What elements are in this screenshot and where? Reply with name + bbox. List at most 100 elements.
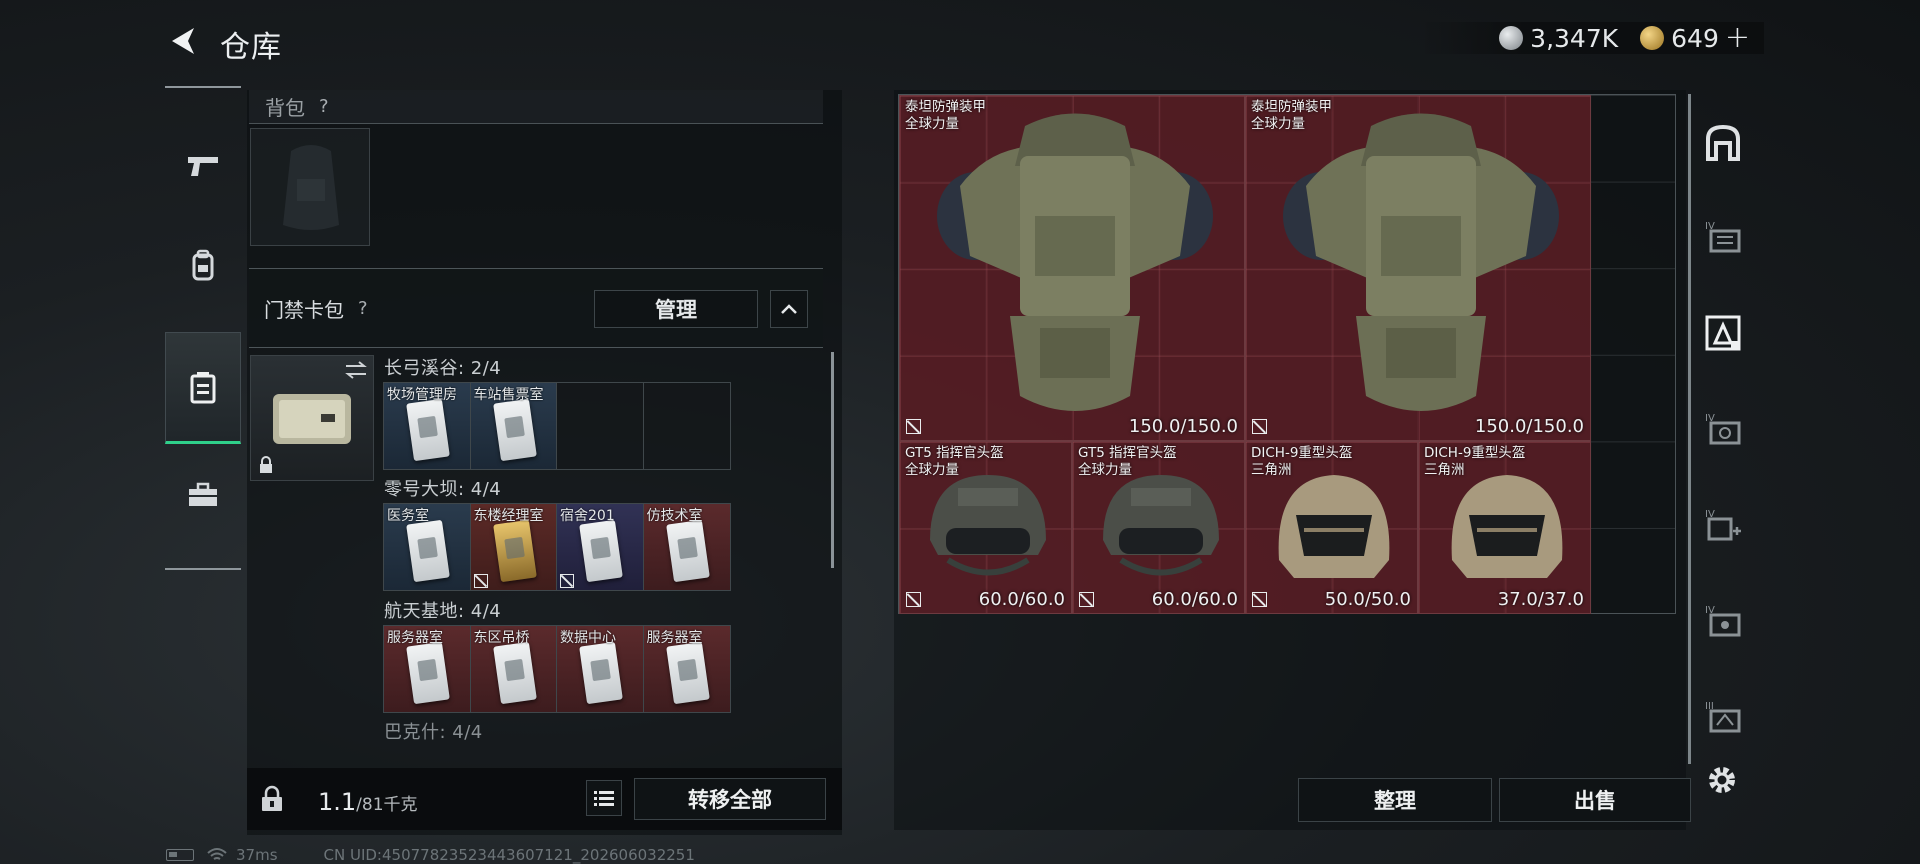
backpack-header: 背包 ? bbox=[249, 90, 823, 124]
no-insurance-icon bbox=[1079, 592, 1094, 607]
section-label: 长弓溪谷: 2/4 bbox=[384, 358, 502, 379]
helmet-item[interactable]: GT5 指挥官头盔 全球力量 60.0/60.0 bbox=[899, 441, 1072, 614]
uid-text: CN UID:450778235234436071​21_20260603225… bbox=[323, 846, 695, 864]
no-insurance-icon bbox=[1252, 419, 1267, 434]
manage-button[interactable]: 管理 bbox=[594, 290, 758, 328]
section-label: 航天基地: 4/4 bbox=[384, 601, 502, 622]
category-nav bbox=[165, 86, 241, 570]
keycard-slot-empty[interactable] bbox=[557, 383, 644, 469]
keycard-image bbox=[406, 398, 450, 462]
keycard-slot[interactable]: 东楼经理室 bbox=[470, 504, 557, 590]
sell-button[interactable]: 出售 bbox=[1499, 778, 1691, 822]
item-name: DICH-9重型头盔 三角洲 bbox=[1424, 445, 1526, 478]
armor-item[interactable]: 泰坦防弹装甲 全球力量 150.0/150.0 bbox=[1245, 95, 1591, 441]
keycard-image bbox=[406, 641, 450, 705]
gold-coin-icon bbox=[1640, 26, 1665, 50]
item-durability: 50.0/50.0 bbox=[1324, 589, 1411, 610]
keycard-image bbox=[665, 519, 710, 583]
battery-icon bbox=[166, 849, 194, 861]
list-view-button[interactable] bbox=[586, 780, 622, 816]
keycard-grid: 服务器室 东区吊桥 数据中心 服务器室 bbox=[383, 625, 731, 713]
keycard-image bbox=[579, 519, 623, 583]
keycard-name: 仿技术室 bbox=[646, 508, 703, 524]
keycard-name: 牧场管理房 bbox=[387, 387, 457, 403]
nav-equipment[interactable] bbox=[165, 228, 241, 302]
keycard-slot[interactable]: 服务器室 bbox=[384, 626, 471, 712]
keycard-image bbox=[492, 641, 537, 705]
backpack-slot[interactable] bbox=[250, 128, 370, 246]
no-insurance-icon bbox=[906, 592, 921, 607]
backpack-silhouette-icon bbox=[283, 145, 339, 230]
keycard-grid: 医务室 东楼经理室 宿舍201 仿技术室 bbox=[383, 503, 731, 591]
keycard-name: 服务器室 bbox=[646, 630, 703, 646]
keycard-slot[interactable]: 牧场管理房 bbox=[384, 383, 471, 469]
filter-medical-icon[interactable]: IV bbox=[1700, 406, 1746, 452]
filter-weapon-case-icon[interactable]: IV bbox=[1700, 214, 1746, 260]
storage-icon bbox=[190, 372, 216, 404]
keycard-image bbox=[492, 519, 537, 583]
nav-weapons[interactable] bbox=[165, 130, 241, 204]
armor-item[interactable]: 泰坦防弹装甲 全球力量 150.0/150.0 bbox=[899, 95, 1245, 441]
status-bar: 37ms CN UID:450778235234436071​21_202606… bbox=[166, 846, 695, 864]
list-icon bbox=[594, 791, 614, 806]
keycard-slot[interactable]: 东区吊桥 bbox=[470, 626, 557, 712]
filter-ammo-case-icon[interactable]: IV bbox=[1700, 598, 1746, 644]
backpack-icon bbox=[192, 249, 214, 281]
keycard-help-icon[interactable]: ? bbox=[358, 298, 368, 319]
section-label: 巴克什: 4/4 bbox=[384, 722, 483, 743]
transfer-all-button[interactable]: 转移全部 bbox=[634, 778, 826, 820]
right-scrollbar[interactable] bbox=[1688, 94, 1691, 764]
back-arrow-icon[interactable] bbox=[166, 24, 200, 58]
item-durability: 60.0/60.0 bbox=[1151, 589, 1238, 610]
nav-storage[interactable] bbox=[165, 332, 241, 444]
no-insurance-icon bbox=[906, 419, 921, 434]
currency-bar: 3,347K 649 + bbox=[1419, 22, 1764, 54]
backpack-help-icon[interactable]: ? bbox=[319, 96, 329, 117]
keycard-slot[interactable]: 仿技术室 bbox=[643, 504, 730, 590]
nav-toolbox[interactable] bbox=[165, 458, 241, 532]
helmet-image bbox=[930, 475, 1046, 576]
inventory-grid: 泰坦防弹装甲 全球力量 150.0/150.0 泰坦防弹装甲 全球力量 150.0/… bbox=[898, 94, 1676, 614]
keycard-name: 服务器室 bbox=[387, 630, 443, 646]
item-name: 泰坦防弹装甲 全球力量 bbox=[1251, 99, 1332, 132]
keycard-grid: 牧场管理房 车站售票室 bbox=[383, 382, 731, 470]
tidy-button[interactable]: 整理 bbox=[1298, 778, 1492, 822]
keycard-slot[interactable]: 医务室 bbox=[384, 504, 471, 590]
pistol-icon bbox=[188, 157, 218, 176]
item-name: DICH-9重型头盔 三角洲 bbox=[1251, 445, 1353, 478]
keycard-slot-empty[interactable] bbox=[643, 383, 730, 469]
no-insurance-icon bbox=[473, 574, 488, 588]
silver-value: 3,347K bbox=[1530, 23, 1619, 53]
filter-collectible-icon[interactable]: III bbox=[1700, 694, 1746, 740]
helmet-image bbox=[1278, 475, 1390, 578]
left-scrollbar[interactable] bbox=[831, 352, 834, 568]
swap-icon[interactable] bbox=[344, 360, 368, 384]
helmet-image bbox=[1103, 475, 1219, 576]
filter-armor-icon[interactable] bbox=[1700, 310, 1746, 356]
toolbox-icon bbox=[189, 482, 217, 506]
add-currency-button[interactable]: + bbox=[1725, 23, 1750, 53]
helmet-item[interactable]: GT5 指挥官头盔 全球力量 60.0/60.0 bbox=[1072, 441, 1245, 614]
keycard-name: 医务室 bbox=[387, 508, 429, 524]
keycard-name: 东楼经理室 bbox=[473, 508, 544, 524]
helmet-item[interactable]: DICH-9重型头盔 三角洲 37.0/37.0 bbox=[1418, 441, 1591, 614]
keycard-image bbox=[492, 398, 537, 462]
gear-icon[interactable] bbox=[1704, 762, 1740, 802]
keycard-slot[interactable]: 服务器室 bbox=[643, 626, 730, 712]
keycard-image bbox=[665, 641, 710, 705]
helmet-item[interactable]: DICH-9重型头盔 三角洲 50.0/50.0 bbox=[1245, 441, 1418, 614]
item-durability: 150.0/150.0 bbox=[1474, 416, 1584, 437]
armor-image bbox=[937, 113, 1213, 411]
keycard-slot[interactable]: 数据中心 bbox=[557, 626, 644, 712]
helmet-image bbox=[1451, 475, 1563, 578]
keycard-image bbox=[406, 519, 450, 583]
filter-health-plus-icon[interactable]: IV bbox=[1700, 502, 1746, 548]
ping-value: 37ms bbox=[236, 846, 278, 864]
no-insurance-icon bbox=[1252, 592, 1267, 607]
collapse-button[interactable] bbox=[770, 290, 808, 328]
filter-all-icon[interactable] bbox=[1700, 120, 1746, 166]
keycard-slot[interactable]: 车站售票室 bbox=[470, 383, 557, 469]
keycard-slot[interactable]: 宿舍201 bbox=[557, 504, 644, 590]
chevron-up-icon bbox=[781, 304, 797, 314]
lock-icon[interactable] bbox=[259, 785, 285, 817]
